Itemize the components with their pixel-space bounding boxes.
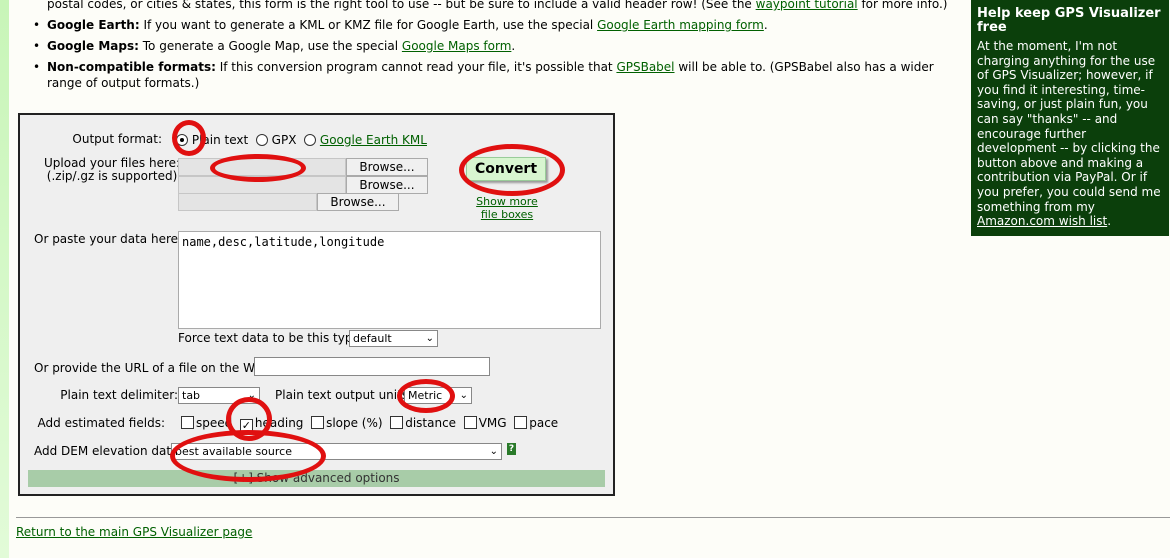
force-type-select[interactable]: default ⌄ <box>349 330 438 347</box>
estimated-fields-group: speed ✓ heading slope (%) distance VMG pa… <box>181 416 558 432</box>
output-format-options: Plain text GPX Google Earth KML <box>176 133 427 147</box>
checkbox-vmg[interactable]: VMG <box>463 416 507 430</box>
help-icon[interactable]: ? <box>507 443 516 455</box>
upload-label: Upload your files here: (.zip/.gz is supp… <box>44 156 181 183</box>
intro-text: postal codes, or cities & states, this f… <box>33 0 957 96</box>
delimiter-select[interactable]: tab ⌄ <box>178 387 260 404</box>
estimated-fields-label: Add estimated fields: <box>37 416 165 430</box>
paste-label: Or paste your data here: <box>34 232 183 246</box>
file-input-3[interactable] <box>178 193 317 211</box>
radio-plain-text[interactable]: Plain text <box>176 133 248 147</box>
checkbox-icon[interactable] <box>311 416 325 429</box>
donation-sidebar: Help keep GPS Visualizer free At the mom… <box>971 0 1169 236</box>
units-label: Plain text output units: <box>275 388 413 402</box>
browse-button-1[interactable]: Browse... <box>346 158 428 176</box>
checkmark-icon[interactable]: ✓ <box>239 419 253 432</box>
amazon-wish-list-link[interactable]: Amazon.com wish list <box>977 214 1107 228</box>
sidebar-body: At the moment, I'm not charging anything… <box>977 39 1161 214</box>
file-input-1[interactable] <box>178 158 346 176</box>
show-advanced-options-toggle[interactable]: [+] Show advanced options <box>28 470 605 487</box>
dem-label: Add DEM elevation data: <box>34 444 183 458</box>
browse-button-2[interactable]: Browse... <box>346 176 428 194</box>
radio-google-earth-kml[interactable]: Google Earth KML <box>304 133 427 147</box>
radio-icon[interactable] <box>255 134 268 146</box>
radio-gpx[interactable]: GPX <box>255 133 296 147</box>
google-earth-form-link[interactable]: Google Earth mapping form <box>597 18 764 32</box>
chevron-down-icon: ⌄ <box>425 333 434 344</box>
checkbox-icon[interactable] <box>463 416 477 429</box>
sidebar-title: Help keep GPS Visualizer free <box>977 6 1161 35</box>
force-type-label: Force text data to be this type: <box>178 331 364 345</box>
google-earth-kml-link[interactable]: Google Earth KML <box>320 133 427 147</box>
radio-icon[interactable] <box>176 134 188 146</box>
url-label: Or provide the URL of a file on the Web: <box>34 361 274 375</box>
dem-select[interactable]: best available source ⌄ <box>171 443 502 460</box>
checkbox-slope[interactable]: slope (%) <box>311 416 383 430</box>
radio-icon[interactable] <box>304 134 317 146</box>
return-main-page-link[interactable]: Return to the main GPS Visualizer page <box>16 525 252 539</box>
list-item: Google Earth: If you want to generate a … <box>33 17 957 33</box>
list-item: Non-compatible formats: If this conversi… <box>33 59 957 91</box>
conversion-form: Output format: Plain text GPX Google Ear… <box>18 113 615 496</box>
output-format-label: Output format: <box>72 132 162 146</box>
checkbox-icon[interactable] <box>181 416 194 429</box>
browse-button-3[interactable]: Browse... <box>317 193 399 211</box>
show-more-file-boxes-link[interactable]: Show more file boxes <box>472 195 542 221</box>
waypoint-tutorial-link[interactable]: waypoint tutorial <box>756 0 858 11</box>
left-green-strip <box>0 0 9 558</box>
chevron-down-icon: ⌄ <box>459 390 468 401</box>
chevron-down-icon: ⌄ <box>247 390 256 401</box>
divider <box>16 517 1170 518</box>
delimiter-label: Plain text delimiter: <box>60 388 178 402</box>
units-select[interactable]: Metric ⌄ <box>404 387 472 404</box>
intro-line: postal codes, or cities & states, this f… <box>47 0 957 12</box>
checkbox-icon[interactable] <box>390 416 404 429</box>
google-maps-form-link[interactable]: Google Maps form <box>402 39 512 53</box>
checkbox-distance[interactable]: distance <box>390 416 456 430</box>
checkbox-pace[interactable]: pace <box>514 416 558 430</box>
checkbox-heading[interactable]: ✓ heading <box>239 416 303 432</box>
paste-data-textarea[interactable]: name,desc,latitude,longitude <box>178 231 601 329</box>
url-input[interactable] <box>254 357 490 376</box>
file-input-2[interactable] <box>178 176 346 194</box>
list-item: Google Maps: To generate a Google Map, u… <box>33 38 957 54</box>
convert-button[interactable]: Convert <box>466 157 546 181</box>
bullet-list: Google Earth: If you want to generate a … <box>33 17 957 91</box>
gpsbabel-link[interactable]: GPSBabel <box>616 60 674 74</box>
checkbox-speed[interactable]: speed <box>181 416 232 430</box>
checkbox-icon[interactable] <box>514 416 528 429</box>
chevron-down-icon: ⌄ <box>489 446 498 457</box>
